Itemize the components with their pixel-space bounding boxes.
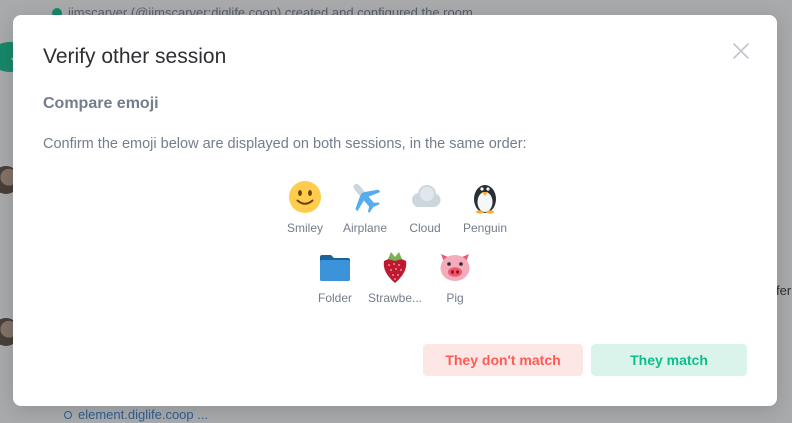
emoji-item-airplane: Airplane — [335, 180, 395, 235]
emoji-item-penguin: Penguin — [455, 180, 515, 235]
emoji-item-cloud: Cloud — [395, 180, 455, 235]
smiley-icon — [288, 180, 322, 214]
airplane-icon — [348, 180, 382, 214]
emoji-item-strawberry: Strawbe... — [365, 250, 425, 305]
emoji-row: Smiley Airplane Cloud Penguin — [275, 180, 515, 235]
emoji-label: Smiley — [286, 221, 323, 235]
dialog-title: Verify other session — [43, 45, 227, 68]
they-dont-match-button[interactable]: They don't match — [423, 344, 583, 376]
cloud-icon — [408, 180, 442, 214]
emoji-item-pig: Pig — [425, 250, 485, 305]
penguin-icon — [468, 180, 502, 214]
emoji-item-smiley: Smiley — [275, 180, 335, 235]
verify-session-dialog: Verify other session Compare emoji Confi… — [13, 15, 777, 406]
folder-icon — [318, 250, 352, 284]
emoji-label: Airplane — [342, 221, 388, 235]
strawberry-icon — [378, 250, 412, 284]
instruction-text: Confirm the emoji below are displayed on… — [43, 136, 527, 152]
emoji-label: Pig — [446, 291, 464, 305]
close-button[interactable] — [731, 41, 751, 61]
they-match-button[interactable]: They match — [591, 344, 747, 376]
emoji-label: Penguin — [462, 221, 508, 235]
emoji-label: Strawbe... — [367, 291, 423, 305]
emoji-row: Folder Strawbe... Pig — [305, 250, 485, 305]
close-icon — [733, 43, 749, 59]
compare-emoji-heading: Compare emoji — [43, 95, 159, 112]
pig-icon — [438, 250, 472, 284]
emoji-item-folder: Folder — [305, 250, 365, 305]
emoji-label: Cloud — [409, 221, 441, 235]
emoji-label: Folder — [317, 291, 352, 305]
